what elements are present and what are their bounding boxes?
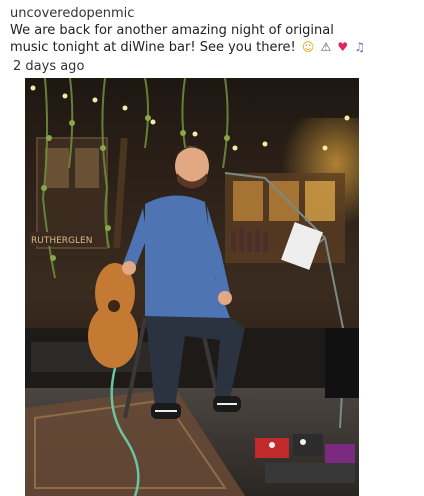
wall-sign-text: RUTHERGLEN: [31, 236, 92, 246]
post-username[interactable]: uncoveredopenmic: [10, 5, 134, 22]
post-caption: We are back for another amazing night of…: [10, 22, 415, 56]
caption-line-1: We are back for another amazing night of…: [10, 23, 334, 38]
social-post: uncoveredopenmic We are back for another…: [0, 0, 424, 496]
musical-notes-icon: ♫: [354, 40, 366, 54]
red-heart-icon: ♥: [337, 40, 349, 54]
post-photo[interactable]: RUTHERGLEN: [25, 78, 359, 496]
microphone-icon: ⚠: [320, 40, 332, 54]
post-timestamp[interactable]: 2 days ago: [13, 58, 84, 75]
caption-line-2: music tonight at diWine bar! See you the…: [10, 40, 296, 55]
smiling-face-icon: ☺: [301, 40, 315, 54]
